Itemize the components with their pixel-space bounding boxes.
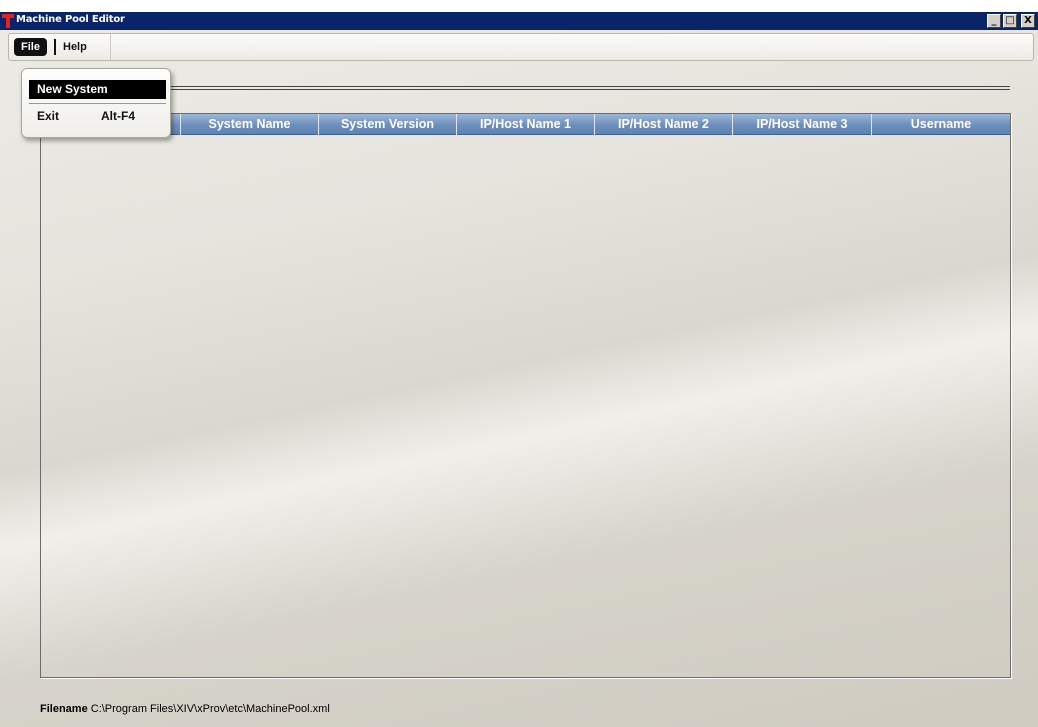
menu-item-separator — [29, 103, 166, 104]
title-bar[interactable]: Machine Pool Editor _ □ X — [0, 0, 1038, 30]
menu-item-exit-shortcut: Alt-F4 — [101, 109, 135, 123]
section-divider — [150, 86, 1010, 90]
title-bar-strip[interactable]: Machine Pool Editor _ □ X — [0, 12, 1038, 30]
menu-help[interactable]: Help — [63, 38, 87, 56]
filename-value: C:\Program Files\XIV\xProv\etc\MachinePo… — [90, 703, 330, 715]
minimize-button[interactable]: _ — [987, 14, 1001, 28]
filename-status: Filename C:\Program Files\XIV\xProv\etc\… — [40, 703, 330, 715]
column-header-ip-host-3[interactable]: IP/Host Name 3 — [733, 114, 872, 135]
filename-label: Filename — [40, 703, 88, 715]
column-header-system-name[interactable]: System Name — [181, 114, 319, 135]
menu-item-new-system[interactable]: New System — [29, 80, 166, 99]
menu-separator — [54, 39, 56, 55]
systems-table[interactable]: System Name System Version IP/Host Name … — [40, 113, 1011, 678]
maximize-button[interactable]: □ — [1003, 14, 1017, 28]
app-icon — [2, 14, 14, 28]
menu-item-exit[interactable]: Exit — [37, 109, 59, 123]
menu-bar: File Help — [8, 33, 1034, 61]
column-header-ip-host-1[interactable]: IP/Host Name 1 — [457, 114, 595, 135]
menu-bar-divider — [110, 34, 111, 60]
column-header-system-version[interactable]: System Version — [319, 114, 457, 135]
column-header-ip-host-2[interactable]: IP/Host Name 2 — [595, 114, 733, 135]
file-menu-popup: New System Exit Alt-F4 — [21, 68, 171, 138]
menu-file[interactable]: File — [14, 38, 47, 56]
close-button[interactable]: X — [1021, 14, 1035, 28]
column-header-username[interactable]: Username — [872, 114, 1010, 135]
window-title: Machine Pool Editor — [16, 14, 125, 25]
table-header: System Name System Version IP/Host Name … — [41, 114, 1010, 135]
